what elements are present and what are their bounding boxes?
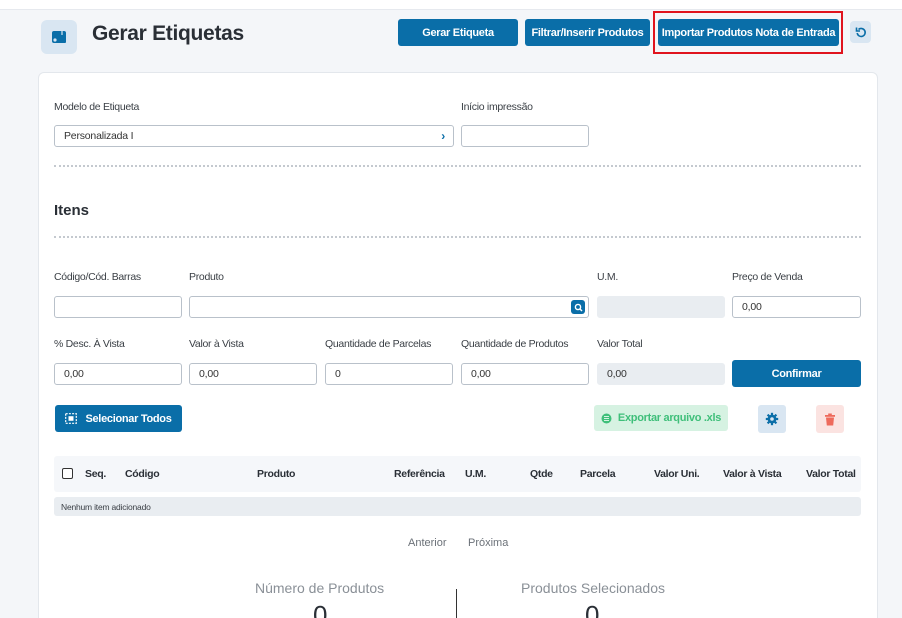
- selecionar-todos-label: Selecionar Todos: [85, 412, 172, 425]
- desc-vista-label: % Desc. À Vista: [54, 338, 125, 350]
- inicio-impressao-input[interactable]: [461, 125, 589, 147]
- pager-anterior[interactable]: Anterior: [408, 537, 447, 549]
- qtd-parcelas-input[interactable]: 0: [325, 363, 453, 385]
- desc-vista-input[interactable]: 0,00: [54, 363, 182, 385]
- qtd-parcelas-label: Quantidade de Parcelas: [325, 338, 432, 350]
- produtos-selecionados-label: Produtos Selecionados: [521, 580, 665, 596]
- codigo-input[interactable]: [54, 296, 182, 318]
- numero-produtos-value: 0: [313, 600, 328, 618]
- um-label: U.M.: [597, 271, 618, 283]
- table-header: Seq. Código Produto Referência U.M. Qtde…: [54, 456, 861, 492]
- modelo-etiqueta-label: Modelo de Etiqueta: [54, 101, 140, 113]
- col-referencia: Referência: [394, 468, 445, 480]
- select-all-checkbox[interactable]: [62, 468, 73, 479]
- undo-button[interactable]: [850, 21, 871, 43]
- main-card: [38, 72, 878, 618]
- inicio-impressao-label: Início impressão: [461, 101, 533, 113]
- col-valor-total: Valor Total: [806, 468, 856, 480]
- divider: [54, 165, 861, 167]
- numero-produtos-label: Número de Produtos: [255, 580, 385, 596]
- itens-title: Itens: [54, 202, 90, 219]
- col-um: U.M.: [465, 468, 486, 480]
- col-seq: Seq.: [85, 468, 106, 480]
- pager-proxima[interactable]: Próxima: [468, 537, 508, 549]
- tag-icon: [41, 20, 77, 54]
- stats-divider: [456, 589, 457, 618]
- undo-icon: [855, 27, 866, 38]
- exportar-xls-button[interactable]: Exportar arquivo .xls: [594, 405, 728, 431]
- confirmar-button[interactable]: Confirmar: [732, 360, 861, 387]
- col-valor-vista: Valor à Vista: [723, 468, 782, 480]
- empty-table-message: Nenhum item adicionado: [54, 497, 861, 516]
- highlight-box: [653, 11, 843, 54]
- col-codigo: Código: [125, 468, 160, 480]
- page-title: Gerar Etiquetas: [92, 22, 244, 45]
- gear-icon: [765, 412, 779, 426]
- produto-input[interactable]: [189, 296, 589, 318]
- filtrar-inserir-produtos-button[interactable]: Filtrar/Inserir Produtos: [525, 19, 650, 46]
- delete-button[interactable]: [816, 405, 844, 433]
- col-parcela: Parcela: [580, 468, 616, 480]
- selecionar-todos-button[interactable]: Selecionar Todos: [55, 405, 182, 432]
- produto-label: Produto: [189, 271, 224, 283]
- qtd-produtos-input[interactable]: 0,00: [461, 363, 589, 385]
- preco-venda-input[interactable]: 0,00: [732, 296, 861, 318]
- trash-icon: [825, 413, 835, 425]
- codigo-label: Código/Cód. Barras: [54, 271, 141, 283]
- exportar-label: Exportar arquivo .xls: [617, 412, 722, 424]
- select-all-icon: [65, 413, 78, 424]
- valor-total-input: 0,00: [597, 363, 725, 385]
- modelo-etiqueta-value: Personalizada I: [64, 130, 134, 142]
- gerar-etiqueta-button[interactable]: Gerar Etiqueta: [398, 19, 518, 46]
- produtos-selecionados-value: 0: [585, 600, 600, 618]
- search-icon[interactable]: [571, 300, 585, 314]
- settings-button[interactable]: [758, 405, 786, 433]
- qtd-produtos-label: Quantidade de Produtos: [461, 338, 569, 350]
- col-valor-uni: Valor Uni.: [654, 468, 700, 480]
- col-produto: Produto: [257, 468, 296, 480]
- um-input: [597, 296, 725, 318]
- valor-vista-input[interactable]: 0,00: [189, 363, 317, 385]
- divider: [54, 236, 861, 238]
- col-qtde: Qtde: [530, 468, 553, 480]
- valor-total-label: Valor Total: [597, 338, 643, 350]
- modelo-etiqueta-select[interactable]: Personalizada I ›: [54, 125, 454, 147]
- preco-venda-label: Preço de Venda: [732, 271, 803, 283]
- top-bar: [0, 0, 902, 10]
- chevron-right-icon: ›: [441, 129, 445, 143]
- valor-vista-label: Valor à Vista: [189, 338, 244, 350]
- spreadsheet-icon: [601, 413, 612, 423]
